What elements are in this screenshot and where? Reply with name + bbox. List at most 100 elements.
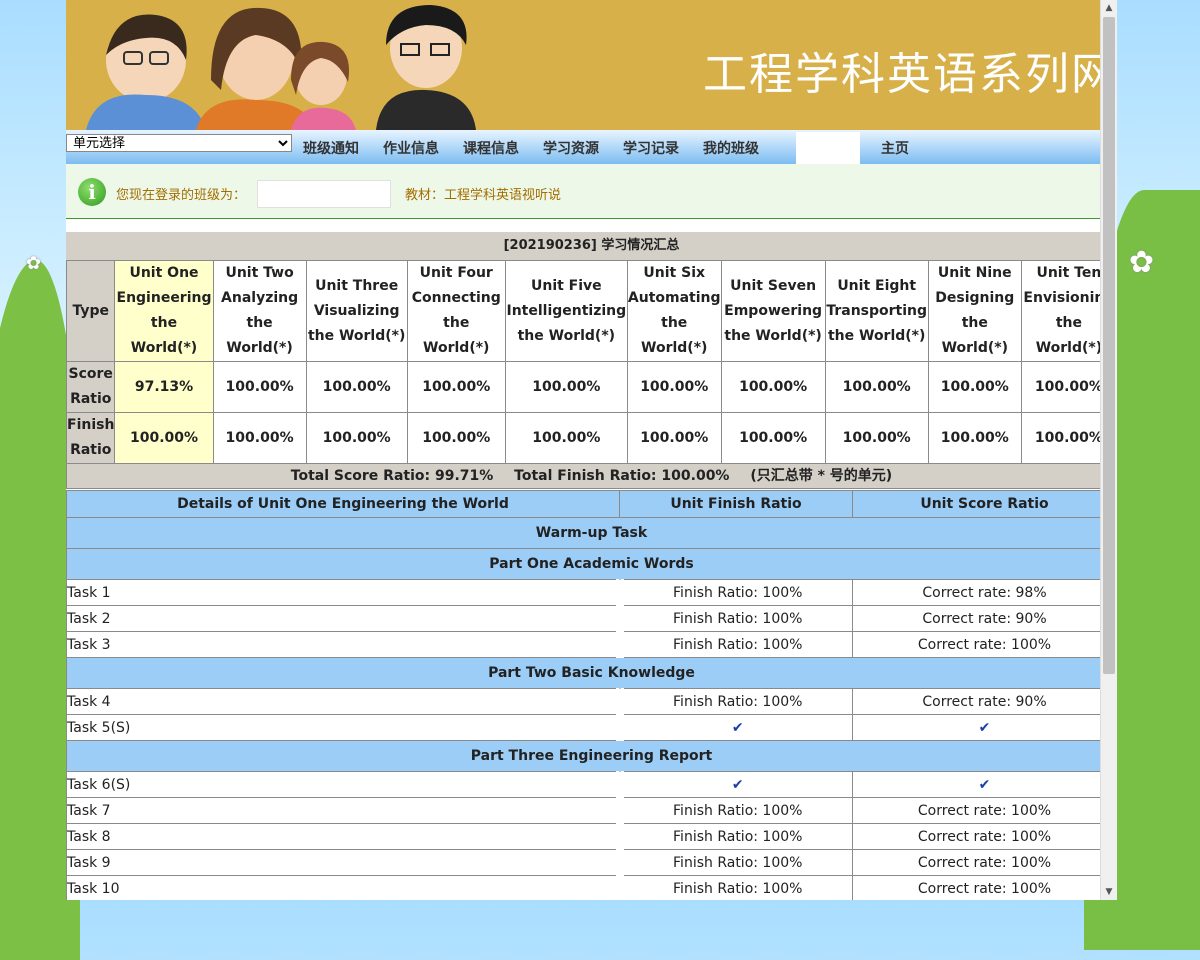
unit-finish-header: Unit Finish Ratio — [619, 490, 853, 518]
unit-header[interactable]: Unit Five Intelligentizing the World(*) — [504, 260, 628, 362]
unit-header[interactable]: Unit Seven Empowering the World(*) — [720, 260, 826, 362]
task-row[interactable]: Task 4 Finish Ratio: 100% Correct rate: 90… — [66, 688, 1117, 715]
finish-value: 100.00% — [720, 412, 826, 464]
task-row[interactable]: Task 1 Finish Ratio: 100% Correct rate: 98… — [66, 579, 1117, 606]
task-name[interactable]: Task 8 — [66, 823, 624, 850]
task-name[interactable]: Task 1 — [66, 579, 624, 606]
section-label: Part Two Basic Knowledge — [66, 657, 1117, 689]
section-row: Part Three Engineering Report — [66, 740, 1117, 772]
score-ratio-label: Score Ratio — [66, 361, 116, 413]
nav-course-info[interactable]: 课程信息 — [463, 138, 519, 158]
section-row: Part Two Basic Knowledge — [66, 657, 1117, 689]
total-finish: Total Finish Ratio: 100.00% — [514, 468, 730, 484]
finish-value: 100.00% — [626, 412, 722, 464]
total-score: Total Score Ratio: 99.71% — [290, 468, 494, 484]
finish-ratio-cell: Finish Ratio: 100% — [619, 823, 853, 850]
scrollbar-thumb[interactable] — [1103, 17, 1115, 674]
finish-value: 100.00% — [504, 412, 628, 464]
textbook-label: 教材：工程学科英语视听说 — [405, 188, 562, 203]
vertical-scrollbar[interactable]: ▲ ▼ — [1100, 0, 1117, 900]
task-name[interactable]: Task 7 — [66, 797, 624, 824]
task-name[interactable]: Task 2 — [66, 605, 624, 632]
unit-header[interactable]: Unit Four Connecting the World(*) — [406, 260, 506, 362]
nav-home[interactable]: 主页 — [881, 138, 909, 158]
task-row[interactable]: Task 7 Finish Ratio: 100% Correct rate: 10… — [66, 797, 1117, 824]
finish-ratio-cell: Finish Ratio: 100% — [619, 605, 853, 632]
score-value: 97.13% — [114, 361, 214, 413]
nav-class-notice[interactable]: 班级通知 — [303, 138, 359, 158]
score-value: 100.00% — [626, 361, 722, 413]
scroll-up-arrow-icon[interactable]: ▲ — [1101, 0, 1117, 16]
section-label: Part Three Engineering Report — [66, 740, 1117, 772]
check-icon: ✔ — [852, 714, 1117, 741]
site-banner: 工程学科英语系列网 — [66, 0, 1117, 130]
daisy-icon: ✿ — [1128, 245, 1154, 280]
correct-rate-cell: Correct rate: 100% — [852, 849, 1117, 876]
site-title: 工程学科英语系列网 — [703, 49, 1117, 100]
unit-header[interactable]: Unit Three Visualizing the World(*) — [305, 260, 408, 362]
finish-value: 100.00% — [114, 412, 214, 464]
task-row[interactable]: Task 2 Finish Ratio: 100% Correct rate: 90… — [66, 605, 1117, 632]
summary-table: Type Unit One Engineering the World(*) U… — [66, 260, 1117, 464]
task-name[interactable]: Task 5(S) — [66, 714, 624, 741]
task-name[interactable]: Task 4 — [66, 688, 624, 715]
check-icon: ✔ — [619, 714, 853, 741]
background-right: ✿ — [1084, 0, 1200, 950]
background-left: ✿ — [0, 0, 80, 960]
task-name[interactable]: Task 9 — [66, 849, 624, 876]
section-label: Part One Academic Words — [66, 548, 1117, 580]
correct-rate-cell: Correct rate: 100% — [852, 875, 1117, 900]
finish-value: 100.00% — [824, 412, 929, 464]
summary-note: (只汇总带 * 号的单元) — [750, 468, 893, 484]
task-row[interactable]: Task 5(S) ✔ ✔ — [66, 714, 1117, 741]
correct-rate-cell: Correct rate: 100% — [852, 823, 1117, 850]
correct-rate-cell: Correct rate: 90% — [852, 688, 1117, 715]
finish-ratio-cell: Finish Ratio: 100% — [619, 579, 853, 606]
nav-resources[interactable]: 学习资源 — [543, 138, 599, 158]
task-row[interactable]: Task 8 Finish Ratio: 100% Correct rate: 10… — [66, 823, 1117, 850]
unit-header[interactable]: Unit Nine Designing the World(*) — [927, 260, 1022, 362]
info-icon: i — [78, 178, 106, 206]
score-value: 100.00% — [406, 361, 506, 413]
nav-bar: 单元选择 班级通知 作业信息 课程信息 学习资源 学习记录 我的班级 主页 — [66, 130, 1117, 166]
unit-header[interactable]: Unit Eight Transporting the World(*) — [824, 260, 929, 362]
task-row[interactable]: Task 3 Finish Ratio: 100% Correct rate: 10… — [66, 631, 1117, 658]
finish-ratio-cell: Finish Ratio: 100% — [619, 849, 853, 876]
task-row[interactable]: Task 9 Finish Ratio: 100% Correct rate: 10… — [66, 849, 1117, 876]
task-name[interactable]: Task 6(S) — [66, 771, 624, 798]
unit-select[interactable]: 单元选择 — [66, 134, 292, 152]
finish-ratio-cell: Finish Ratio: 100% — [619, 631, 853, 658]
correct-rate-cell: Correct rate: 100% — [852, 631, 1117, 658]
summary-title: [202190236] 学习情况汇总 — [66, 232, 1117, 260]
type-header: Type — [66, 260, 116, 362]
login-info-bar: i 您现在登录的班级为： 教材：工程学科英语视听说 — [66, 164, 1117, 219]
score-value: 100.00% — [504, 361, 628, 413]
details-title: Details of Unit One Engineering the Worl… — [66, 490, 620, 518]
finish-ratio-cell: Finish Ratio: 100% — [619, 797, 853, 824]
unit-header[interactable]: Unit One Engineering the World(*) — [114, 260, 214, 362]
finish-value: 100.00% — [212, 412, 307, 464]
task-row[interactable]: Task 6(S) ✔ ✔ — [66, 771, 1117, 798]
task-name[interactable]: Task 3 — [66, 631, 624, 658]
details-table: Details of Unit One Engineering the Worl… — [66, 490, 1117, 900]
task-row[interactable]: Task 10 Finish Ratio: 100% Correct rate: 1… — [66, 875, 1117, 900]
nav-my-class[interactable]: 我的班级 — [703, 138, 759, 158]
unit-header[interactable]: Unit Six Automating the World(*) — [626, 260, 722, 362]
unit-header[interactable]: Unit Two Analyzing the World(*) — [212, 260, 307, 362]
nav-study-record[interactable]: 学习记录 — [623, 138, 679, 158]
finish-value: 100.00% — [406, 412, 506, 464]
page-container: 工程学科英语系列网 单元选择 班级通知 作业信息 课程信息 学习资源 学习记录 … — [66, 0, 1117, 900]
score-value: 100.00% — [305, 361, 408, 413]
students-illustration — [86, 5, 476, 130]
nav-homework[interactable]: 作业信息 — [383, 138, 439, 158]
score-value: 100.00% — [824, 361, 929, 413]
score-value: 100.00% — [720, 361, 826, 413]
finish-ratio-cell: Finish Ratio: 100% — [619, 688, 853, 715]
correct-rate-cell: Correct rate: 100% — [852, 797, 1117, 824]
task-name[interactable]: Task 10 — [66, 875, 624, 900]
scroll-down-arrow-icon[interactable]: ▼ — [1101, 884, 1117, 900]
section-row: Warm-up Task — [66, 517, 1117, 549]
score-value: 100.00% — [212, 361, 307, 413]
correct-rate-cell: Correct rate: 90% — [852, 605, 1117, 632]
login-label: 您现在登录的班级为： — [116, 188, 247, 203]
